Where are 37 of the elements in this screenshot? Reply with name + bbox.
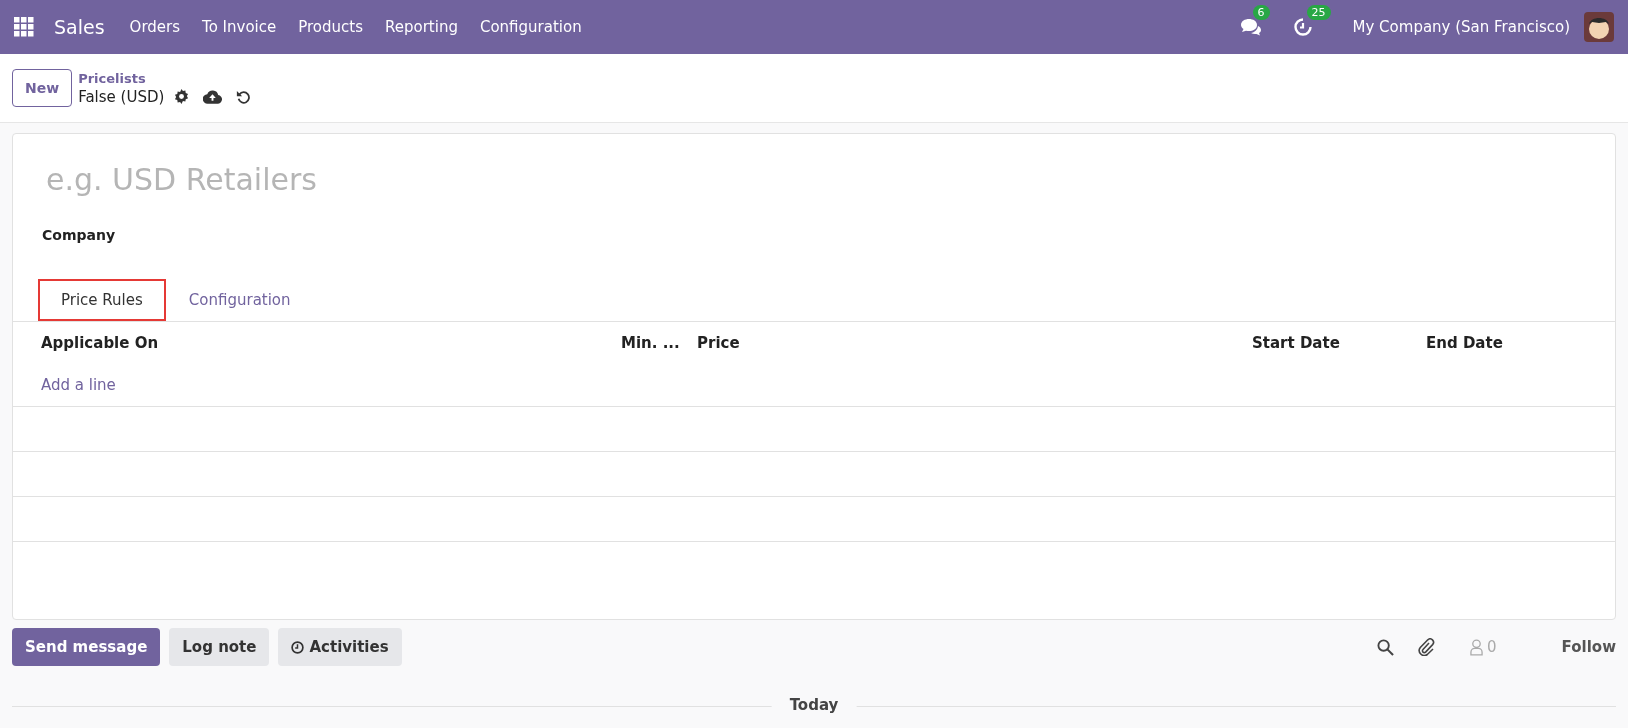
user-avatar-icon[interactable]	[1584, 12, 1614, 42]
breadcrumb-link[interactable]: Pricelists	[78, 70, 251, 86]
cloud-upload-icon[interactable]	[203, 89, 223, 104]
menu-item[interactable]: Products	[287, 18, 374, 36]
undo-icon[interactable]	[236, 89, 251, 104]
new-button[interactable]: New	[12, 69, 73, 107]
column-header[interactable]: Applicable On	[41, 334, 621, 352]
activity-count-badge: 25	[1306, 5, 1331, 20]
menu-item[interactable]: Reporting	[374, 18, 469, 36]
column-header[interactable]: Start Date	[1252, 334, 1426, 352]
app-name[interactable]: Sales	[54, 16, 105, 38]
log-note-button[interactable]: Log note	[169, 628, 270, 666]
follow-button[interactable]: Follow	[1561, 638, 1616, 656]
column-header[interactable]: Min. ...	[621, 334, 697, 352]
tab[interactable]: Configuration	[165, 279, 314, 321]
clock-icon[interactable]	[1292, 17, 1313, 37]
paperclip-icon[interactable]	[1417, 638, 1436, 656]
chat-icon[interactable]	[1238, 17, 1263, 37]
menu-item[interactable]: Orders	[118, 18, 192, 36]
company-switcher[interactable]: My Company (San Francisco)	[1352, 18, 1570, 36]
follower-count: 0	[1487, 638, 1497, 656]
column-header[interactable]: Price	[697, 334, 1252, 352]
search-icon[interactable]	[1377, 638, 1395, 656]
field-label: Company	[42, 227, 117, 243]
column-header[interactable]: End Date	[1426, 334, 1503, 352]
message-count-badge: 6	[1252, 5, 1270, 20]
tab[interactable]: Price Rules	[38, 279, 166, 321]
menu-item[interactable]: To Invoice	[191, 18, 288, 36]
date-separator: Today	[771, 696, 857, 714]
record-name: False (USD)	[78, 87, 165, 106]
send-message-button[interactable]: Send message	[12, 628, 161, 666]
add-line-link[interactable]: Add a line	[41, 376, 116, 394]
menu-item[interactable]: Configuration	[468, 18, 593, 36]
settings-icon[interactable]	[174, 89, 190, 104]
clock-icon	[291, 640, 305, 654]
app-grid-icon[interactable]	[14, 17, 34, 37]
activities-button[interactable]: Activities	[278, 628, 402, 666]
